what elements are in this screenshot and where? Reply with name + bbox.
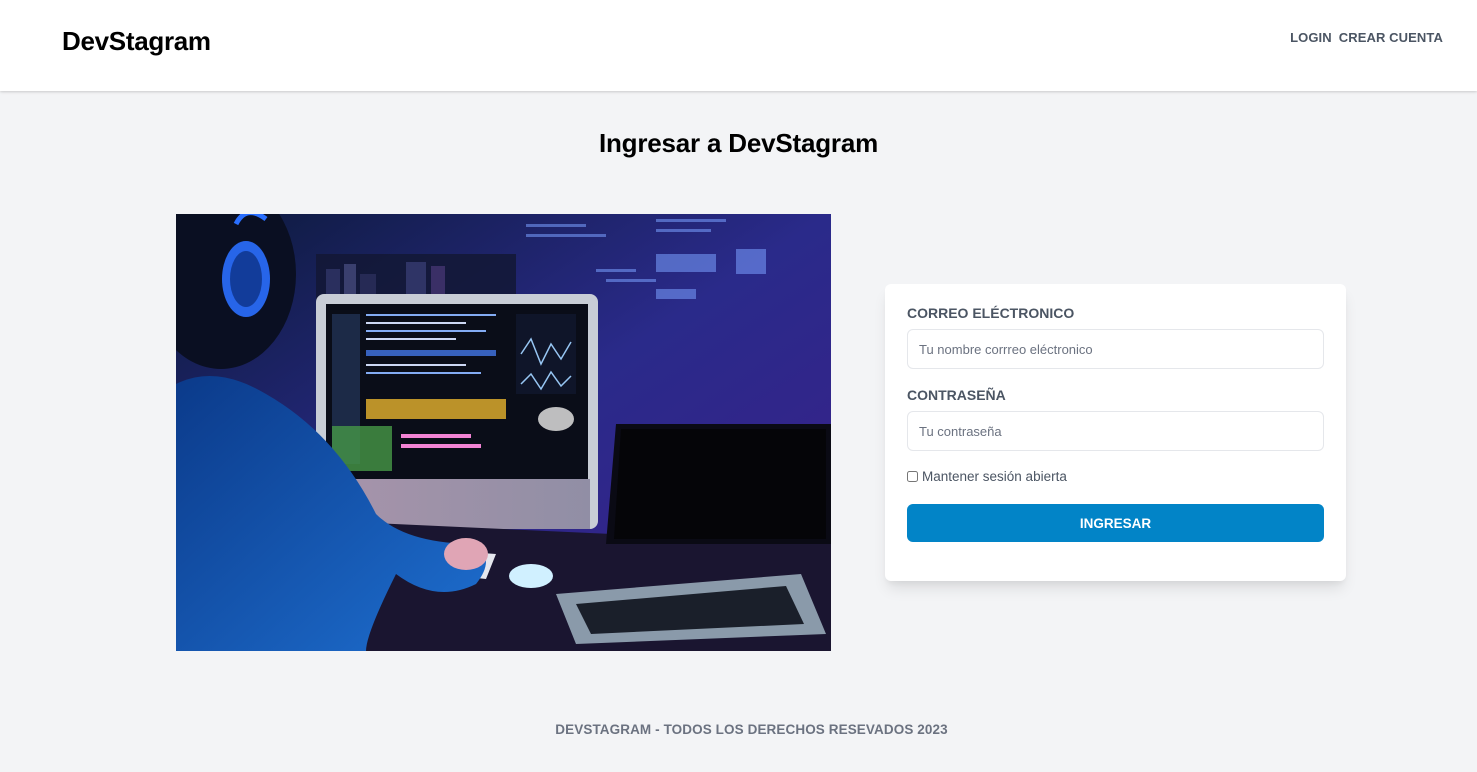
email-field[interactable] [907,329,1324,369]
email-label: Correo Eléctronico [907,305,1075,321]
password-field[interactable] [907,411,1324,451]
login-form: Correo Eléctronico Contraseña Mantener s… [885,284,1346,581]
site-logo[interactable]: DevStagram [62,26,211,57]
nav-login-link[interactable]: Login [1290,30,1332,45]
remember-me-label[interactable]: Mantener sesión abierta [922,469,1067,484]
remember-me-checkbox[interactable] [907,471,918,482]
page-title: Ingresar a DevStagram [598,128,879,158]
hero-image [176,214,831,651]
site-header: DevStagram Login Crear Cuenta [0,0,1477,91]
remember-me-row: Mantener sesión abierta [907,469,1067,484]
nav-register-link[interactable]: Crear Cuenta [1339,30,1443,45]
developer-workstation-illustration [176,214,831,651]
login-submit-button[interactable]: Ingresar [907,504,1324,542]
main-nav: Login Crear Cuenta [1290,30,1443,45]
site-footer: DevStagram - Todos los derechos resevado… [555,722,948,737]
password-label: Contraseña [907,387,1006,403]
